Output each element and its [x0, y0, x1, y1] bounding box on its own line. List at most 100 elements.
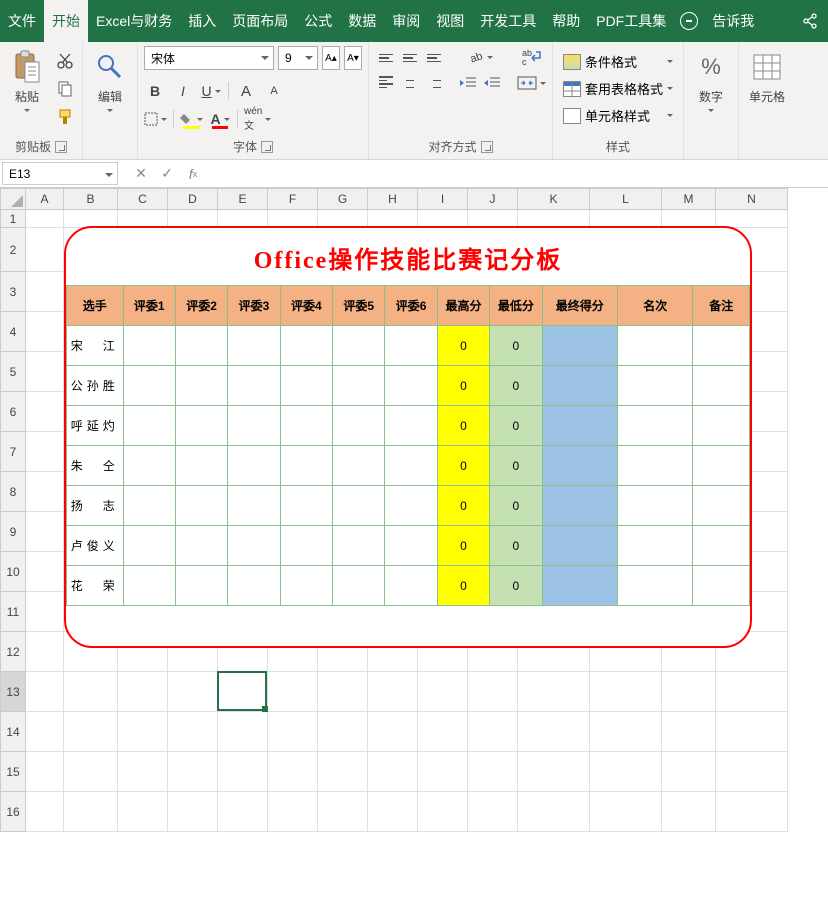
- cell-styles-button[interactable]: 单元格样式: [559, 104, 677, 127]
- italic-button[interactable]: I: [172, 80, 194, 102]
- tab-数据[interactable]: 数据: [340, 0, 384, 42]
- align-left[interactable]: [375, 71, 397, 93]
- align-top[interactable]: [375, 47, 397, 69]
- svg-text:ab: ab: [468, 50, 483, 65]
- sheet-area[interactable]: ABCDEFGHIJKLMN 12345678910111213141516 O…: [0, 188, 828, 908]
- borders-button[interactable]: [144, 108, 167, 130]
- merge-center-button[interactable]: [517, 72, 546, 94]
- row-header-12[interactable]: 12: [0, 632, 26, 672]
- copy-button[interactable]: [54, 78, 76, 100]
- paste-button[interactable]: 粘贴: [6, 46, 48, 119]
- col-header-C[interactable]: C: [118, 188, 168, 210]
- col-header-H[interactable]: H: [368, 188, 418, 210]
- col-header-F[interactable]: F: [268, 188, 318, 210]
- row-header-5[interactable]: 5: [0, 352, 26, 392]
- decrease-font-alt[interactable]: A: [263, 80, 285, 102]
- tab-PDF工具集[interactable]: PDF工具集: [588, 0, 674, 42]
- cells-button[interactable]: 单元格: [745, 46, 789, 109]
- increase-indent-button[interactable]: [481, 72, 503, 94]
- sb-header: 最终得分: [542, 286, 617, 326]
- row-header-1[interactable]: 1: [0, 210, 26, 228]
- format-painter-button[interactable]: [54, 106, 76, 128]
- orientation-button[interactable]: ab: [457, 46, 503, 68]
- table-row: 扬 志00: [67, 486, 750, 526]
- col-header-D[interactable]: D: [168, 188, 218, 210]
- cut-button[interactable]: [54, 50, 76, 72]
- name-box[interactable]: E13: [2, 162, 118, 185]
- underline-button[interactable]: U: [200, 80, 222, 102]
- phonetic-button[interactable]: wén文: [244, 108, 271, 130]
- number-format-button[interactable]: % 数字: [690, 46, 732, 119]
- align-bottom[interactable]: [423, 47, 445, 69]
- row-header-13[interactable]: 13: [0, 672, 26, 712]
- font-color-button[interactable]: A: [209, 108, 231, 130]
- share-button[interactable]: [792, 13, 828, 29]
- row-header-10[interactable]: 10: [0, 552, 26, 592]
- formula-input[interactable]: [206, 160, 828, 187]
- col-header-G[interactable]: G: [318, 188, 368, 210]
- align-right[interactable]: [423, 71, 445, 93]
- row-header-9[interactable]: 9: [0, 512, 26, 552]
- col-header-L[interactable]: L: [590, 188, 662, 210]
- active-cell[interactable]: [217, 671, 267, 711]
- increase-font-alt[interactable]: A: [235, 80, 257, 102]
- row-header-6[interactable]: 6: [0, 392, 26, 432]
- row-header-8[interactable]: 8: [0, 472, 26, 512]
- tab-开始[interactable]: 开始: [44, 0, 88, 42]
- align-dialog-launcher[interactable]: [481, 141, 493, 153]
- table-row: 朱 仝00: [67, 446, 750, 486]
- font-name-select[interactable]: 宋体: [144, 46, 274, 70]
- sb-header: 选手: [67, 286, 124, 326]
- cancel-formula-button[interactable]: ✕: [128, 160, 154, 187]
- font-size-select[interactable]: 9: [278, 46, 318, 70]
- conditional-format-button[interactable]: 条件格式: [559, 50, 677, 73]
- col-header-M[interactable]: M: [662, 188, 716, 210]
- col-header-A[interactable]: A: [26, 188, 64, 210]
- row-header-3[interactable]: 3: [0, 272, 26, 312]
- clipboard-dialog-launcher[interactable]: [55, 141, 67, 153]
- col-header-E[interactable]: E: [218, 188, 268, 210]
- increase-font-button[interactable]: A▴: [322, 46, 340, 70]
- sb-header: 最低分: [490, 286, 542, 326]
- tab-页面布局[interactable]: 页面布局: [224, 0, 296, 42]
- col-header-I[interactable]: I: [418, 188, 468, 210]
- col-header-J[interactable]: J: [468, 188, 518, 210]
- row-header-7[interactable]: 7: [0, 432, 26, 472]
- decrease-indent-button[interactable]: [457, 72, 479, 94]
- tell-me-icon: [680, 12, 698, 30]
- tab-公式[interactable]: 公式: [296, 0, 340, 42]
- tab-审阅[interactable]: 审阅: [384, 0, 428, 42]
- row-header-14[interactable]: 14: [0, 712, 26, 752]
- table-row: 呼延灼00: [67, 406, 750, 446]
- confirm-formula-button[interactable]: ✓: [154, 160, 180, 187]
- row-header-15[interactable]: 15: [0, 752, 26, 792]
- row-header-16[interactable]: 16: [0, 792, 26, 832]
- row-header-11[interactable]: 11: [0, 592, 26, 632]
- tell-me[interactable]: 告诉我: [704, 0, 762, 42]
- align-group-label: 对齐方式: [428, 138, 476, 155]
- bold-button[interactable]: B: [144, 80, 166, 102]
- row-header-2[interactable]: 2: [0, 228, 26, 272]
- format-as-table-button[interactable]: 套用表格格式: [559, 77, 677, 100]
- align-middle[interactable]: [399, 47, 421, 69]
- tab-插入[interactable]: 插入: [180, 0, 224, 42]
- col-header-B[interactable]: B: [64, 188, 118, 210]
- tab-开发工具[interactable]: 开发工具: [472, 0, 544, 42]
- tab-文件[interactable]: 文件: [0, 0, 44, 42]
- table-row: 宋 江00: [67, 326, 750, 366]
- insert-function-button[interactable]: fx: [180, 160, 206, 187]
- align-center[interactable]: [399, 71, 421, 93]
- select-all-corner[interactable]: [0, 188, 26, 210]
- wrap-text-button[interactable]: abc: [517, 46, 546, 68]
- styles-group-label: 样式: [606, 138, 630, 155]
- tab-视图[interactable]: 视图: [428, 0, 472, 42]
- tab-帮助[interactable]: 帮助: [544, 0, 588, 42]
- edit-button[interactable]: 编辑: [89, 46, 131, 119]
- col-header-K[interactable]: K: [518, 188, 590, 210]
- fill-color-button[interactable]: [180, 108, 203, 130]
- col-header-N[interactable]: N: [716, 188, 788, 210]
- font-dialog-launcher[interactable]: [261, 141, 273, 153]
- decrease-font-button[interactable]: A▾: [344, 46, 362, 70]
- tab-Excel与财务[interactable]: Excel与财务: [88, 0, 180, 42]
- row-header-4[interactable]: 4: [0, 312, 26, 352]
